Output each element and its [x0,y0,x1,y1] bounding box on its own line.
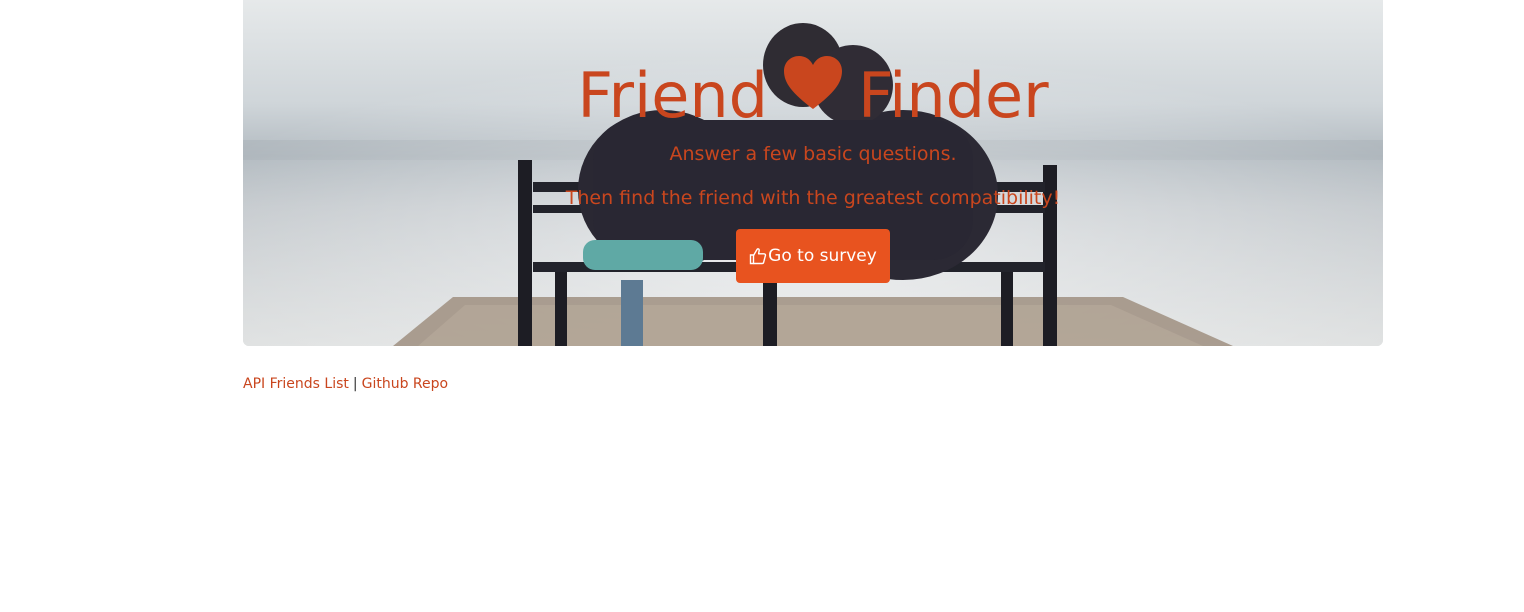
heart-icon [784,56,842,109]
subtitle-compatibility: Then find the friend with the greatest c… [565,187,1061,209]
thumbs-up-icon [749,248,767,265]
footer-links: API Friends List | Github Repo [243,376,448,392]
title-finder: Finder [858,59,1049,132]
github-repo-link[interactable]: Github Repo [362,376,448,392]
hero-banner: Friend Finder Answer a few basic question… [243,0,1383,346]
go-to-survey-label: Go to survey [768,246,877,266]
hero-background-image [243,0,1383,346]
link-separator: | [352,376,358,392]
page-title: Friend Finder [243,54,1383,138]
api-friends-list-link[interactable]: API Friends List [243,376,349,392]
title-friend: Friend [577,59,768,132]
subtitle-instructions: Answer a few basic questions. [669,143,957,165]
page: Friend Finder Answer a few basic question… [0,0,1524,612]
go-to-survey-button[interactable]: Go to survey [736,229,890,283]
